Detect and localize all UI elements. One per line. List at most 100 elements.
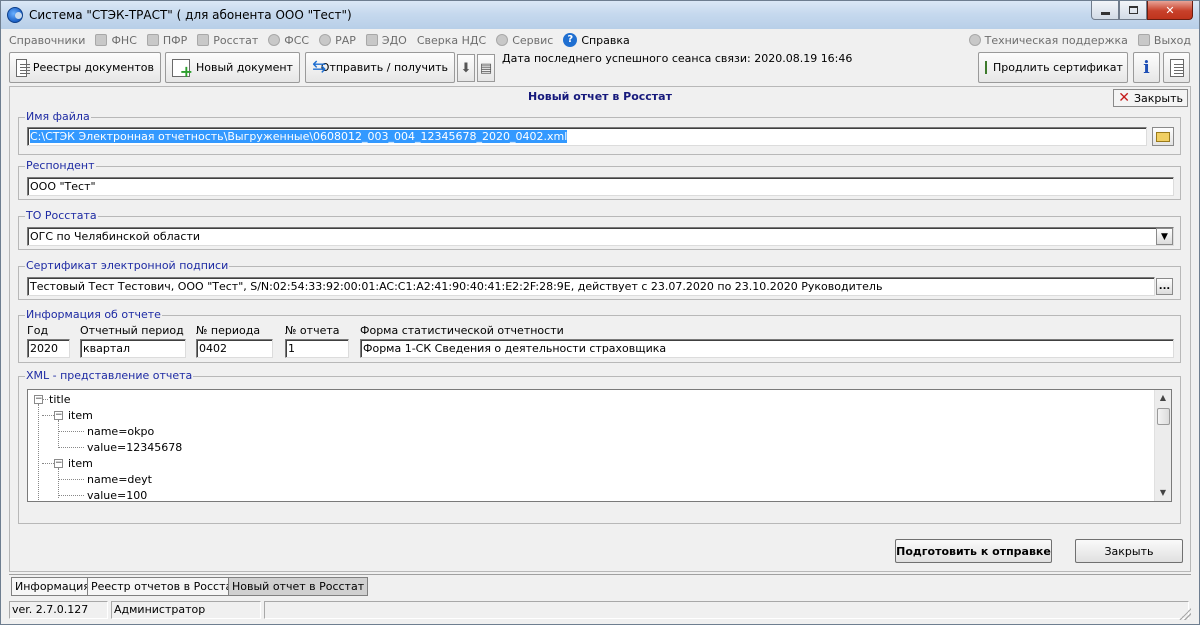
collapse-icon[interactable]: − [54, 411, 63, 420]
certificate-group-label: Сертификат электронной подписи [25, 259, 230, 272]
tree-node-leaf[interactable]: name=okpo [87, 425, 154, 438]
menu-label: РАР [335, 33, 356, 47]
scroll-thumb[interactable] [1157, 408, 1170, 425]
collapse-icon[interactable]: − [34, 395, 43, 404]
menu-fss[interactable]: ФСС [268, 34, 309, 47]
menu-label: Сверка НДС [416, 33, 487, 47]
pfr-icon [146, 34, 159, 46]
minimize-icon [1100, 11, 1110, 15]
menu-label: ФНС [111, 33, 137, 47]
minimize-button[interactable] [1091, 1, 1119, 20]
stat-form-field[interactable]: Форма 1-СК Сведения о деятельности страх… [360, 339, 1174, 358]
tree-node-leaf[interactable]: value=12345678 [87, 441, 182, 454]
menu-tech-support[interactable]: Техническая поддержка [968, 34, 1128, 47]
tree-node-leaf[interactable]: name=deyt [87, 473, 152, 486]
tree-connector [42, 415, 54, 416]
scroll-down-icon[interactable]: ▼ [1155, 485, 1171, 501]
tree-node-item[interactable]: item [68, 457, 93, 470]
tree-scrollbar[interactable]: ▲ ▼ [1154, 390, 1171, 501]
file-path-value: C:\СТЭК Электронная отчетность\Выгруженн… [30, 130, 568, 143]
window-tabs: Информация Реестр отчетов в Росстат Новы… [9, 574, 1191, 596]
rosstat-office-select[interactable]: ОГС по Челябинской области [27, 227, 1174, 246]
close-button[interactable]: Закрыть [1075, 539, 1183, 563]
fss-icon [268, 34, 281, 46]
journal-button[interactable]: ▤ [477, 54, 495, 82]
maximize-button[interactable] [1119, 1, 1147, 20]
file-name-group-label: Имя файла [25, 110, 91, 123]
registers-button[interactable]: Реестры документов [9, 52, 161, 83]
xml-view-group: XML - представление отчета − title − ite… [18, 369, 1181, 524]
tab-new-rosstat-report[interactable]: Новый отчет в Росстат [228, 577, 369, 596]
menu-rar[interactable]: РАР [319, 34, 356, 47]
new-document-icon [172, 58, 193, 81]
tree-connector [38, 404, 39, 501]
tree-connector [58, 420, 59, 448]
tree-connector [59, 447, 84, 448]
tree-node-item[interactable]: item [68, 409, 93, 422]
tree-node-leaf[interactable]: value=100 [87, 489, 147, 501]
respondent-group: Респондент ООО "Тест" [18, 159, 1181, 200]
menu-exit[interactable]: Выход [1137, 33, 1191, 47]
maximize-icon [1128, 6, 1138, 14]
xml-view-group-label: XML - представление отчета [25, 369, 194, 382]
file-path-field[interactable]: C:\СТЭК Электронная отчетность\Выгруженн… [27, 127, 1147, 146]
browse-file-button[interactable] [1152, 127, 1174, 146]
rosstat-office-dropdown-button[interactable]: ▼ [1156, 228, 1173, 245]
status-bar: ver. 2.7.0.127 Администратор [9, 600, 1191, 620]
new-document-button[interactable]: Новый документ [165, 52, 300, 83]
close-x-icon: ✕ [1118, 90, 1130, 106]
exit-icon [1137, 34, 1150, 46]
menu-pfr[interactable]: ПФР [146, 34, 187, 47]
toolbar: Реестры документов Новый документ Отправ… [9, 51, 1191, 85]
prepare-to-send-button[interactable]: Подготовить к отправке [895, 539, 1052, 563]
close-form-top-button[interactable]: ✕ Закрыть [1113, 89, 1188, 107]
support-icon [968, 34, 981, 46]
menu-sverka-nds[interactable]: Сверка НДС [417, 34, 486, 47]
respondent-field[interactable]: ООО "Тест" [27, 177, 1174, 196]
send-receive-button[interactable]: Отправить / получить [305, 52, 455, 83]
collapse-icon[interactable]: − [54, 459, 63, 468]
document-view-button[interactable] [1163, 52, 1190, 83]
tree-connector [58, 468, 59, 498]
menu-edo[interactable]: ЭДО [365, 34, 407, 47]
menu-rosstat[interactable]: Росстат [197, 34, 258, 47]
certificate-icon [985, 61, 987, 74]
user-panel: Администратор [111, 601, 261, 619]
menu-label: Росстат [213, 33, 259, 47]
chevron-down-icon: ▼ [1161, 231, 1168, 242]
download-button[interactable]: ⬇ [457, 54, 475, 82]
edo-icon [365, 34, 378, 46]
rosstat-office-group-label: ТО Росстата [25, 209, 98, 222]
year-field[interactable]: 2020 [27, 339, 70, 358]
title-bar: Система "СТЭК-ТРАСТ" ( для абонента ООО … [1, 1, 1199, 29]
info-icon: i [1143, 57, 1150, 78]
tree-connector [59, 479, 84, 480]
info-button[interactable]: i [1133, 52, 1160, 83]
menu-spravka[interactable]: ? Справка [563, 33, 630, 47]
certificate-browse-button[interactable]: ... [1156, 278, 1173, 295]
tab-rosstat-registry[interactable]: Реестр отчетов в Росстат [87, 577, 243, 596]
year-label: Год [27, 324, 49, 337]
report-number-field[interactable]: 1 [285, 339, 349, 358]
scroll-up-icon[interactable]: ▲ [1155, 390, 1171, 406]
menu-servis[interactable]: Сервис [496, 34, 553, 47]
renew-certificate-button[interactable]: Продлить сертификат [978, 52, 1128, 83]
tab-info[interactable]: Информация [11, 577, 94, 596]
menu-label: Выход [1153, 33, 1191, 47]
xml-tree[interactable]: − title − item name=okpo value=12345678 … [27, 389, 1172, 502]
respondent-group-label: Респондент [25, 159, 96, 172]
window-title: Система "СТЭК-ТРАСТ" ( для абонента ООО … [29, 8, 352, 22]
tree-connector [59, 495, 84, 496]
tree-node-title[interactable]: title [49, 393, 71, 406]
period-field[interactable]: квартал [80, 339, 186, 358]
menu-spravochniki[interactable]: Справочники [9, 34, 85, 47]
period-number-field[interactable]: 0402 [196, 339, 273, 358]
certificate-field[interactable]: Тестовый Тест Тестович, ООО "Тест", S/N:… [27, 277, 1155, 296]
menu-fns[interactable]: ФНС [95, 33, 137, 47]
report-form: Новый отчет в Росстат ✕ Закрыть Имя файл… [9, 86, 1191, 572]
close-window-button[interactable]: ✕ [1147, 1, 1193, 20]
help-icon: ? [563, 33, 578, 47]
close-icon: ✕ [1165, 3, 1175, 17]
menu-right-group: Техническая поддержка Выход [968, 33, 1191, 47]
resize-grip-icon[interactable] [1179, 608, 1191, 620]
